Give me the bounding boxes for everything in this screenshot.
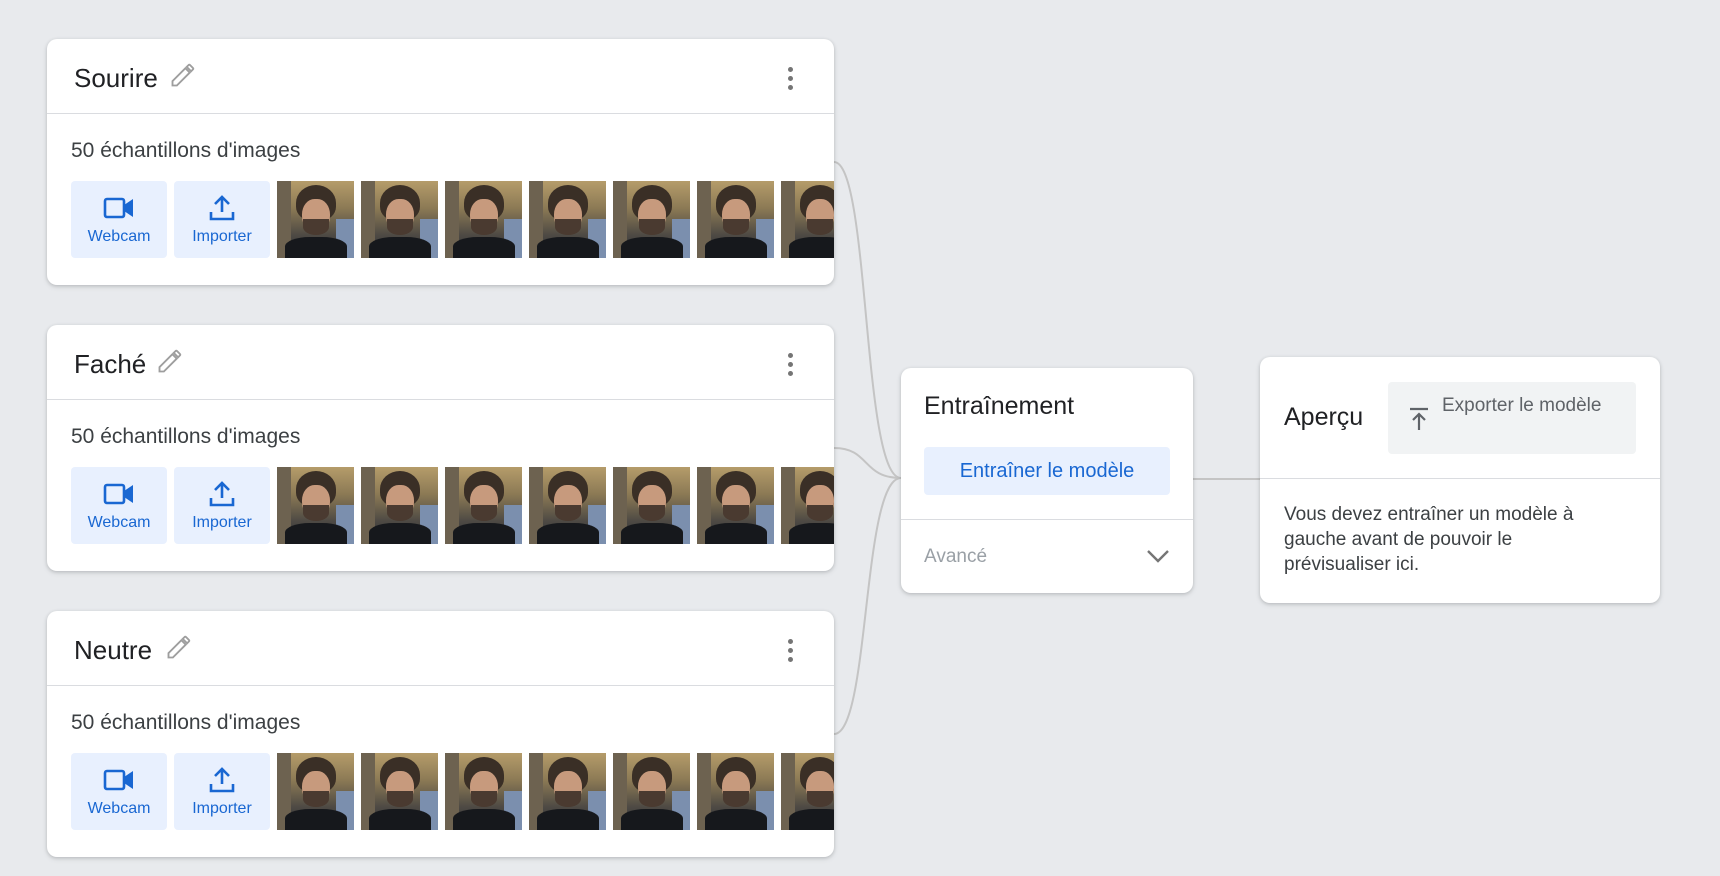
advanced-toggle[interactable]: Avancé [901, 520, 1193, 593]
upload-label: Importer [192, 227, 252, 245]
sample-row: Webcam Importer [71, 467, 834, 544]
sample-thumbnail[interactable] [277, 467, 354, 544]
training-card: Entraînement Entraîner le modèle Avancé [901, 368, 1193, 593]
sample-row: Webcam Importer [71, 181, 834, 258]
train-model-button[interactable]: Entraîner le modèle [924, 447, 1170, 495]
sample-thumbnail[interactable] [529, 181, 606, 258]
sample-thumbnail[interactable] [361, 753, 438, 830]
pencil-icon[interactable] [169, 61, 197, 89]
advanced-label: Avancé [924, 546, 988, 567]
class-card-fache: Faché 50 échantillons d'images Webcam Im… [47, 325, 834, 571]
upload-icon [209, 480, 235, 506]
sample-thumbnail[interactable] [445, 753, 522, 830]
videocam-icon [103, 483, 133, 504]
webcam-label: Webcam [87, 513, 151, 531]
class-card-sourire: Sourire 50 échantillons d'images Webcam … [47, 39, 834, 285]
sample-count: 50 échantillons d'images [71, 425, 301, 448]
class-card-neutre: Neutre 50 échantillons d'images Webcam I… [47, 611, 834, 857]
webcam-label: Webcam [87, 799, 151, 817]
training-title: Entraînement [924, 392, 1075, 420]
videocam-icon [103, 769, 133, 790]
sample-thumbnail[interactable] [781, 467, 834, 544]
upload-button[interactable]: Importer [174, 753, 270, 830]
sample-thumbnail[interactable] [781, 753, 834, 830]
sample-thumbnail[interactable] [613, 181, 690, 258]
sample-count: 50 échantillons d'images [71, 139, 301, 162]
pencil-icon[interactable] [156, 347, 184, 375]
upload-button[interactable]: Importer [174, 181, 270, 258]
connector-fache [833, 447, 902, 479]
upload-icon [209, 766, 235, 792]
webcam-button[interactable]: Webcam [71, 181, 167, 258]
class-card-header: Sourire [47, 39, 834, 114]
chevron-down-icon [1147, 550, 1169, 563]
webcam-label: Webcam [87, 227, 151, 245]
upload-label: Importer [192, 799, 252, 817]
more-vert-icon[interactable] [778, 61, 802, 95]
preview-card: Aperçu Exporter le modèle Vous devez ent… [1260, 357, 1660, 603]
sample-thumbnail[interactable] [277, 181, 354, 258]
pencil-icon[interactable] [165, 633, 193, 661]
sample-row: Webcam Importer [71, 753, 834, 830]
webcam-button[interactable]: Webcam [71, 467, 167, 544]
class-name[interactable]: Sourire [74, 63, 158, 94]
sample-thumbnail[interactable] [277, 753, 354, 830]
sample-thumbnail[interactable] [613, 467, 690, 544]
class-name[interactable]: Faché [74, 349, 146, 380]
export-label: Exporter le modèle [1442, 395, 1602, 416]
sample-thumbnail[interactable] [361, 467, 438, 544]
sample-thumbnail[interactable] [445, 467, 522, 544]
videocam-icon [103, 197, 133, 218]
sample-thumbnail[interactable] [529, 467, 606, 544]
sample-thumbnail[interactable] [697, 181, 774, 258]
class-card-header: Faché [47, 325, 834, 400]
sample-thumbnail[interactable] [697, 753, 774, 830]
webcam-button[interactable]: Webcam [71, 753, 167, 830]
class-card-header: Neutre [47, 611, 834, 686]
upload-button[interactable]: Importer [174, 467, 270, 544]
preview-title: Aperçu [1284, 403, 1364, 431]
export-model-button[interactable]: Exporter le modèle [1388, 382, 1636, 454]
more-vert-icon[interactable] [778, 347, 802, 381]
sample-thumbnail[interactable] [361, 181, 438, 258]
sample-count: 50 échantillons d'images [71, 711, 301, 734]
class-name[interactable]: Neutre [74, 635, 152, 666]
upload-icon [209, 194, 235, 220]
sample-thumbnail[interactable] [781, 181, 834, 258]
sample-thumbnail[interactable] [445, 181, 522, 258]
export-icon [1410, 407, 1428, 430]
sample-thumbnail[interactable] [613, 753, 690, 830]
upload-label: Importer [192, 513, 252, 531]
divider [1260, 478, 1660, 479]
connector-neutre [833, 477, 902, 735]
more-vert-icon[interactable] [778, 633, 802, 667]
sample-thumbnail[interactable] [529, 753, 606, 830]
preview-message: Vous devez entraîner un modèle à gauche … [1284, 504, 1574, 575]
sample-thumbnail[interactable] [697, 467, 774, 544]
connector-sourire [833, 161, 902, 479]
